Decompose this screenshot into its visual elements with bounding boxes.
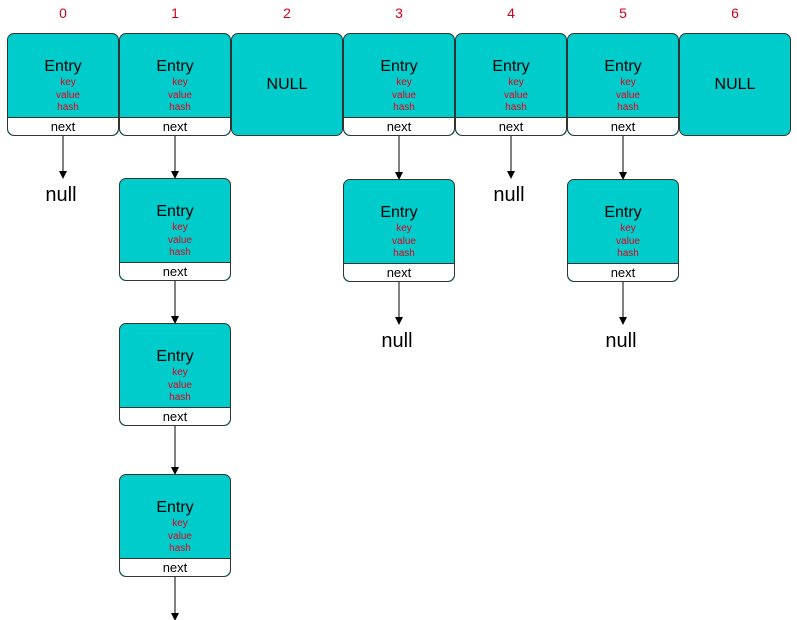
entry-title: Entry (492, 58, 530, 75)
bucket-index: 6 (731, 5, 739, 21)
field-key: key (60, 77, 76, 88)
field-key: key (172, 77, 188, 88)
field-key: key (172, 222, 188, 233)
field-hash: hash (169, 247, 191, 258)
field-hash: hash (393, 102, 415, 113)
field-hash: hash (393, 248, 415, 259)
bucket-index: 2 (283, 5, 291, 21)
entry-title: Entry (604, 204, 642, 221)
entry-fields: key value hash (568, 223, 678, 261)
entry-fields: key value hash (120, 518, 230, 556)
entry-fields: key value hash (8, 77, 118, 115)
field-hash: hash (505, 102, 527, 113)
field-value: value (168, 89, 192, 101)
null-slot: NULL (231, 33, 343, 136)
entry-node: Entry key value hash next (455, 33, 567, 136)
bucket-index: 4 (507, 5, 515, 21)
bucket-index: 0 (59, 5, 67, 21)
entry-node: Entry key value hash next (567, 33, 679, 136)
next-pointer: next (568, 263, 678, 281)
entry-fields: key value hash (120, 77, 230, 115)
field-hash: hash (57, 102, 79, 113)
null-terminator: null (45, 184, 77, 206)
next-pointer: next (456, 117, 566, 135)
next-pointer: next (120, 117, 230, 135)
entry-title: Entry (156, 203, 194, 220)
entry-title: Entry (604, 58, 642, 75)
null-terminator: null (381, 330, 413, 352)
entry-node: Entry key value hash next (343, 179, 455, 282)
next-pointer: next (344, 263, 454, 281)
field-key: key (172, 518, 188, 529)
null-slot: NULL (679, 33, 791, 136)
null-slot-label: NULL (266, 76, 308, 93)
field-key: key (396, 223, 412, 234)
entry-node: Entry key value hash next (7, 33, 119, 136)
field-hash: hash (617, 102, 639, 113)
next-pointer: next (120, 558, 230, 576)
null-terminator: null (493, 184, 525, 206)
field-value: value (504, 89, 528, 101)
field-value: value (392, 89, 416, 101)
field-value: value (56, 89, 80, 101)
null-terminator: null (605, 330, 637, 352)
next-pointer: next (120, 262, 230, 280)
field-key: key (620, 77, 636, 88)
entry-node: Entry key value hash next (343, 33, 455, 136)
field-value: value (392, 235, 416, 247)
entry-fields: key value hash (120, 367, 230, 405)
next-pointer: next (344, 117, 454, 135)
entry-fields: key value hash (568, 77, 678, 115)
bucket-index: 3 (395, 5, 403, 21)
field-key: key (508, 77, 524, 88)
field-value: value (616, 235, 640, 247)
field-key: key (396, 77, 412, 88)
next-pointer: next (120, 407, 230, 425)
entry-title: Entry (156, 58, 194, 75)
entry-node: Entry key value hash next (119, 33, 231, 136)
field-hash: hash (169, 102, 191, 113)
field-value: value (168, 530, 192, 542)
entry-title: Entry (156, 348, 194, 365)
entry-fields: key value hash (456, 77, 566, 115)
entry-title: Entry (380, 58, 418, 75)
entry-title: Entry (156, 499, 194, 516)
entry-title: Entry (44, 58, 82, 75)
entry-node: Entry key value hash next (567, 179, 679, 282)
field-value: value (616, 89, 640, 101)
field-value: value (168, 234, 192, 246)
next-pointer: next (568, 117, 678, 135)
entry-fields: key value hash (344, 77, 454, 115)
entry-fields: key value hash (120, 222, 230, 260)
field-key: key (172, 367, 188, 378)
field-key: key (620, 223, 636, 234)
entry-node: Entry key value hash next (119, 323, 231, 426)
bucket-index: 5 (619, 5, 627, 21)
entry-fields: key value hash (344, 223, 454, 261)
field-hash: hash (617, 248, 639, 259)
field-value: value (168, 379, 192, 391)
field-hash: hash (169, 392, 191, 403)
bucket-index: 1 (171, 5, 179, 21)
entry-node: Entry key value hash next (119, 474, 231, 577)
entry-title: Entry (380, 204, 418, 221)
null-slot-label: NULL (714, 76, 756, 93)
entry-node: Entry key value hash next (119, 178, 231, 281)
field-hash: hash (169, 543, 191, 554)
next-pointer: next (8, 117, 118, 135)
